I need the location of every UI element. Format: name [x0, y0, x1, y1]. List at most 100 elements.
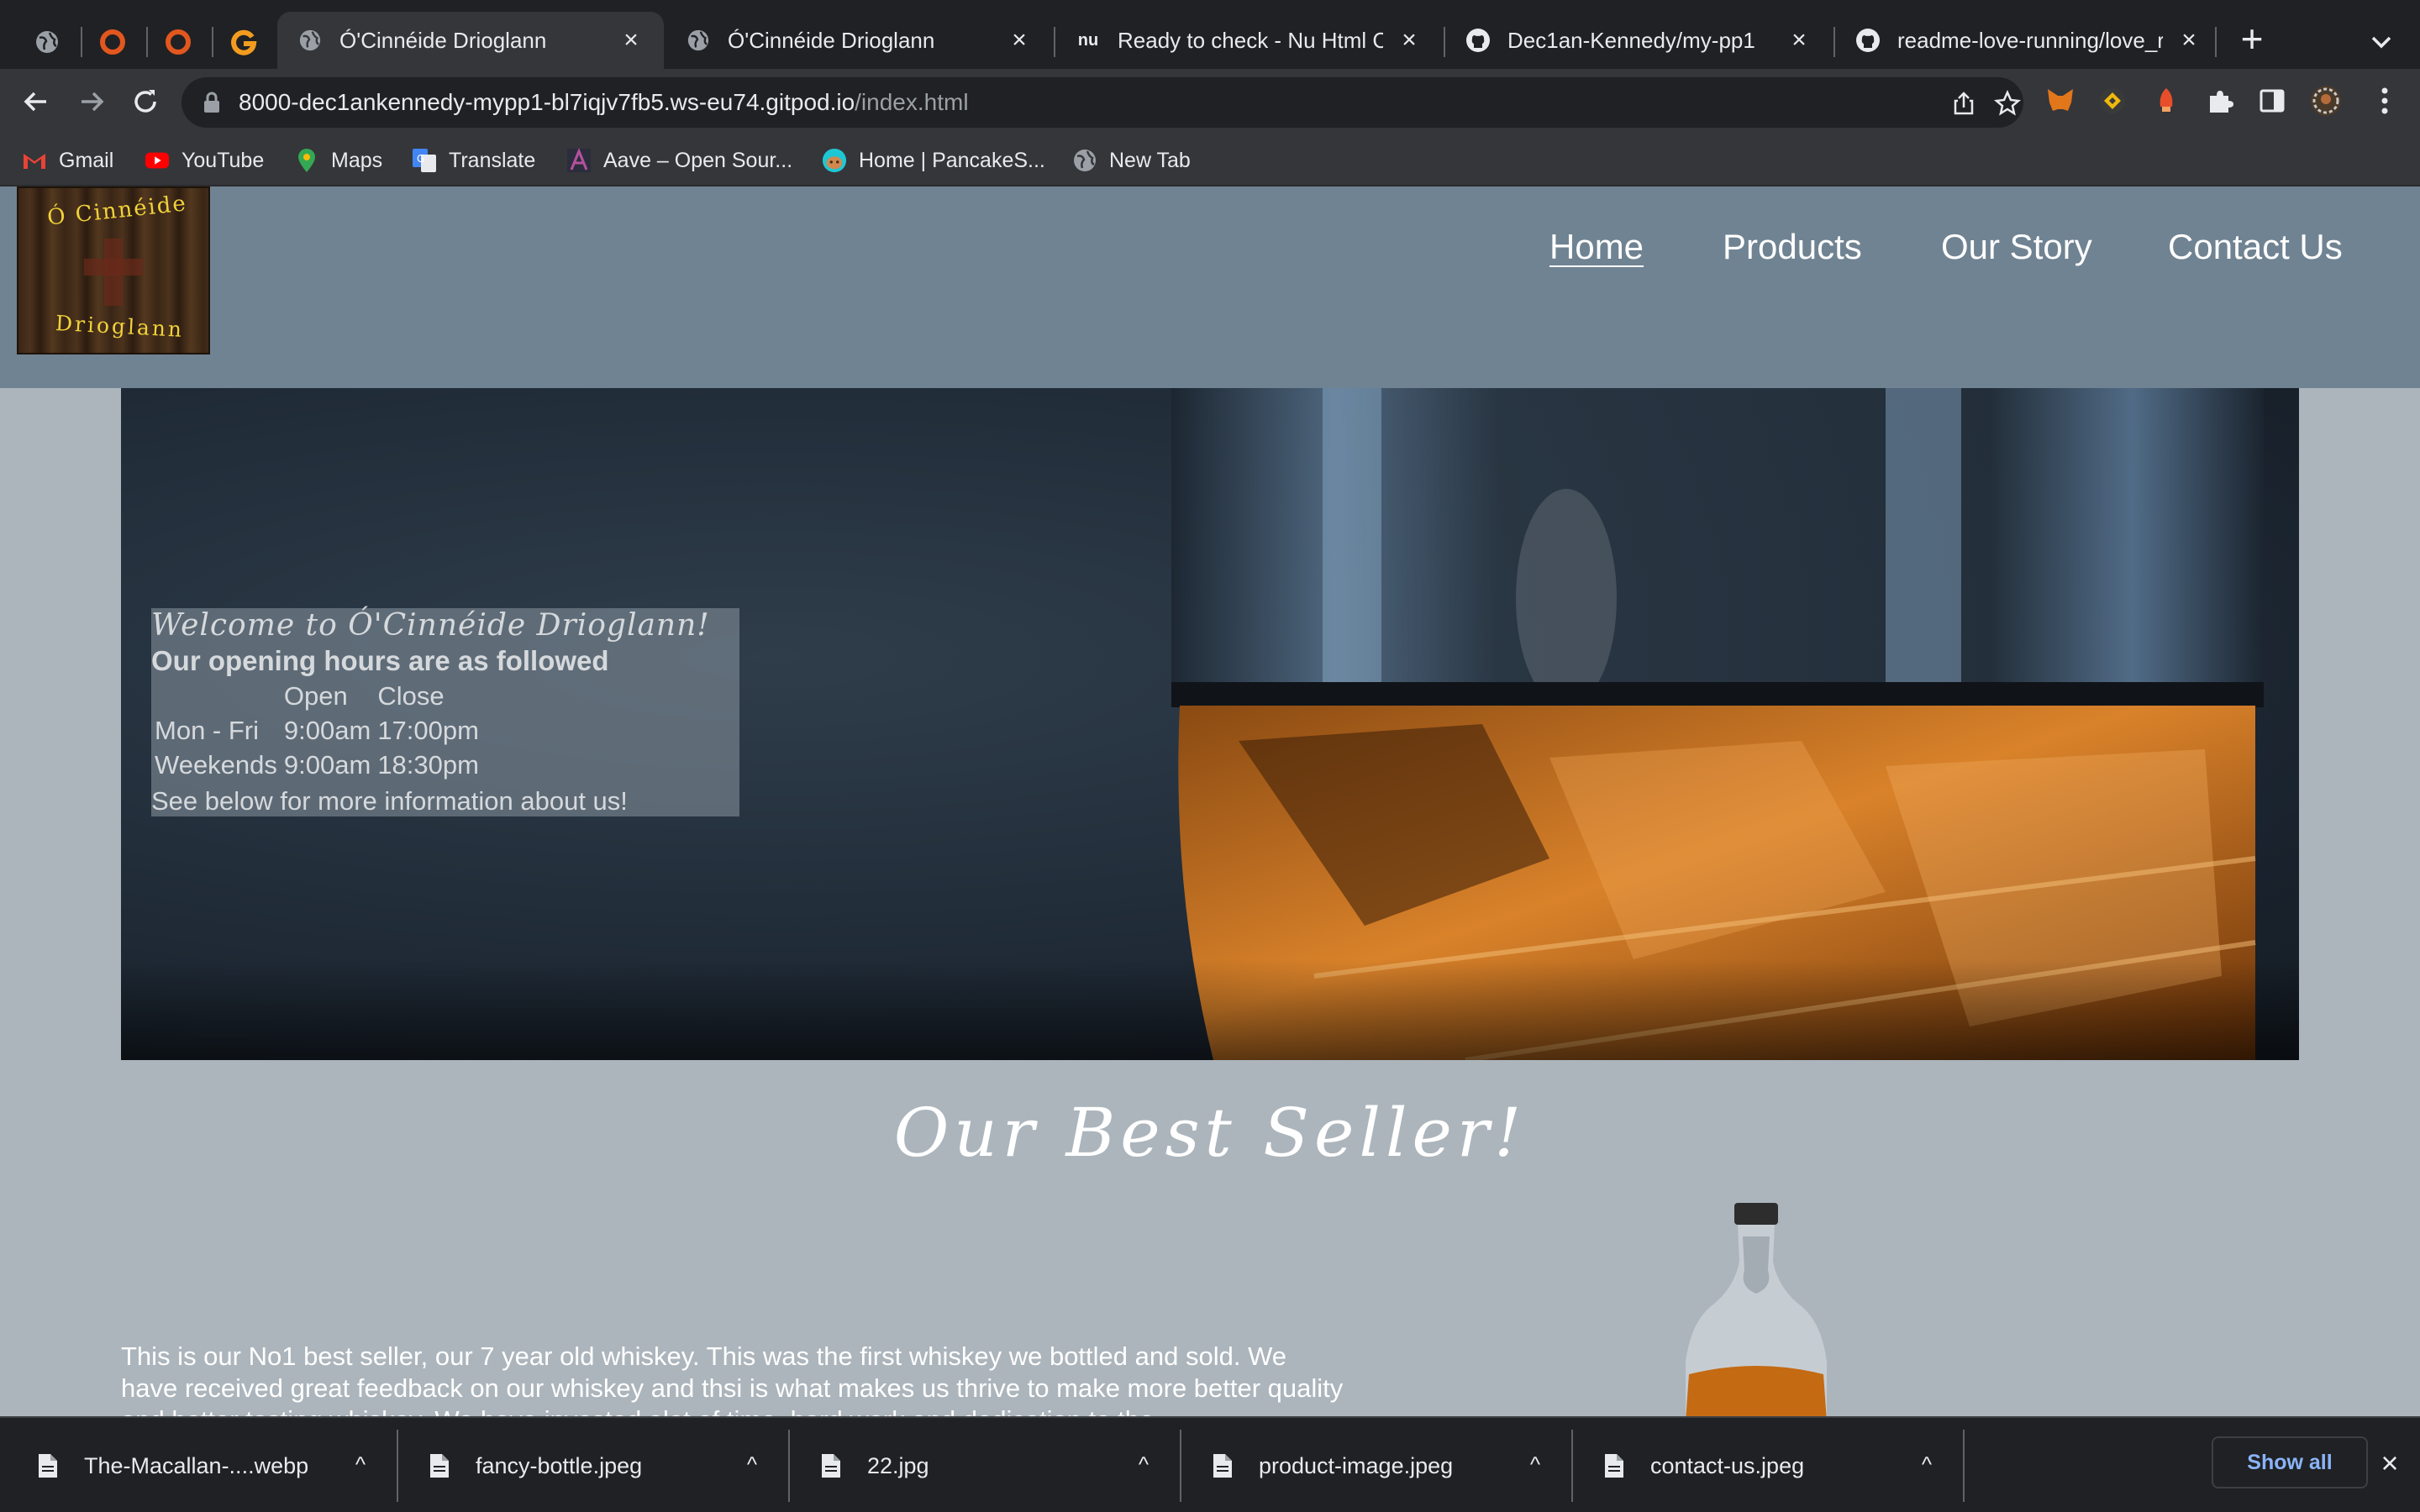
browser-toolbar: 8000-dec1ankennedy-mypp1-bl7iqjv7fb5.ws-… — [0, 69, 2420, 134]
opera-icon — [100, 29, 125, 55]
bookmark-maps[interactable]: Maps — [294, 144, 382, 176]
share-icon[interactable] — [1949, 89, 1978, 118]
download-separator — [788, 1430, 790, 1502]
bookmark-new-tab[interactable]: New Tab — [1072, 144, 1191, 176]
tab-nu-checker[interactable]: nu Ready to check - Nu Html Checker × — [1055, 12, 1442, 69]
globe-icon — [1072, 148, 1097, 173]
github-icon — [1465, 28, 1491, 53]
download-item[interactable]: product-image.jpeg ^ — [1212, 1418, 1548, 1512]
bookmark-pancakeswap[interactable]: Home | PancakeS... — [822, 144, 1045, 176]
bookmark-star-icon[interactable] — [1993, 89, 2022, 118]
tab-github-mypp1[interactable]: Dec1an-Kennedy/my-pp1 × — [1445, 12, 1832, 69]
tab-title: readme-love-running/love_running — [1897, 27, 2163, 53]
address-bar[interactable]: 8000-dec1ankennedy-mypp1-bl7iqjv7fb5.ws-… — [182, 77, 2023, 128]
profile-avatar[interactable] — [2309, 84, 2343, 118]
bookmark-gmail[interactable]: Gmail — [22, 144, 113, 176]
chevron-up-icon[interactable]: ^ — [739, 1452, 765, 1477]
whiskey-bottle-image — [1686, 1203, 1827, 1416]
lock-icon[interactable] — [202, 91, 222, 118]
download-item[interactable]: contact-us.jpeg ^ — [1603, 1418, 1939, 1512]
tab-ocinneide-2[interactable]: Ó'Cinnéide Drioglann × — [666, 12, 1052, 69]
opening-hours-box: Welcome to Ó'Cinnéide Drioglann! Our ope… — [151, 608, 739, 816]
site-logo[interactable]: Ó Cinnéide Drioglann — [17, 186, 210, 354]
chevron-down-icon — [2371, 36, 2391, 49]
downloads-bar: The-Macallan-....webp ^ fancy-bottle.jpe… — [0, 1416, 2420, 1512]
youtube-icon — [145, 148, 170, 173]
url-path: /index.html — [855, 89, 969, 115]
file-icon — [1213, 1454, 1232, 1478]
binance-extension-icon[interactable] — [2096, 84, 2129, 118]
chevron-up-icon[interactable]: ^ — [1914, 1452, 1939, 1477]
download-separator — [1180, 1430, 1181, 1502]
new-tab-button[interactable]: + — [2233, 19, 2270, 59]
bookmark-youtube[interactable]: YouTube — [145, 144, 264, 176]
aave-icon — [566, 148, 592, 173]
reload-button[interactable] — [126, 82, 165, 121]
url-host: 8000-dec1ankennedy-mypp1-bl7iqjv7fb5.ws-… — [239, 89, 855, 115]
close-tab-icon[interactable]: × — [618, 28, 644, 53]
bookmark-label: Aave – Open Sour... — [603, 148, 793, 172]
back-button[interactable] — [17, 82, 55, 121]
table-cell: Mon - Fri — [155, 715, 259, 745]
tab-separator — [2215, 27, 2217, 57]
bookmark-label: Translate — [449, 148, 536, 172]
more-info-text: See below for more information about us! — [151, 786, 628, 816]
download-filename: 22.jpg — [867, 1452, 929, 1478]
tab-separator — [81, 27, 82, 57]
opening-hours-table: Open Close Mon - Fri 9:00am 17:00pm Week… — [151, 679, 482, 782]
hero-shadow — [121, 959, 2299, 1060]
nav-our-story[interactable]: Our Story — [1941, 227, 2092, 267]
extensions-puzzle-icon[interactable] — [2203, 84, 2237, 118]
table-row: Weekends 9:00am 18:30pm — [151, 748, 482, 782]
close-downloads-icon[interactable]: × — [2375, 1448, 2405, 1478]
download-item[interactable]: The-Macallan-....webp ^ — [37, 1418, 373, 1512]
show-all-downloads-button[interactable]: Show all — [2212, 1436, 2368, 1488]
url-text: 8000-dec1ankennedy-mypp1-bl7iqjv7fb5.ws-… — [239, 89, 969, 116]
chevron-up-icon[interactable]: ^ — [348, 1452, 373, 1477]
table-cell: 9:00am — [283, 715, 371, 745]
bookmark-label: Maps — [331, 148, 383, 172]
logo-text-top: Ó Cinnéide — [45, 191, 189, 231]
nav-home[interactable]: Home — [1549, 227, 1644, 267]
nav-products[interactable]: Products — [1723, 227, 1862, 267]
forward-button[interactable] — [72, 82, 111, 121]
pinned-tab-opera-2[interactable] — [161, 25, 195, 59]
translate-icon: G — [412, 148, 437, 173]
side-panel-icon[interactable] — [2255, 84, 2289, 118]
back-arrow-icon — [24, 92, 46, 112]
pinned-tab-g[interactable] — [227, 25, 260, 59]
file-icon — [822, 1454, 840, 1478]
table-header-cell — [151, 679, 281, 713]
page-viewport[interactable]: Ó Cinnéide Drioglann Home Products Our S… — [0, 186, 2420, 1416]
tab-github-love-running[interactable]: readme-love-running/love_running × — [1835, 12, 2222, 69]
download-separator — [1571, 1430, 1573, 1502]
close-tab-icon[interactable]: × — [1397, 28, 1422, 53]
download-filename: product-image.jpeg — [1259, 1452, 1454, 1478]
close-tab-icon[interactable]: × — [2176, 28, 2202, 53]
nav-contact-us[interactable]: Contact Us — [2168, 227, 2343, 267]
download-filename: fancy-bottle.jpeg — [476, 1452, 643, 1478]
close-tab-icon[interactable]: × — [1007, 28, 1032, 53]
bookmark-translate[interactable]: G Translate — [412, 144, 535, 176]
table-header-cell: Open — [283, 680, 348, 711]
chevron-up-icon[interactable]: ^ — [1131, 1452, 1156, 1477]
forward-arrow-icon — [82, 92, 104, 112]
tab-search-button[interactable] — [2365, 25, 2398, 59]
chevron-up-icon[interactable]: ^ — [1523, 1452, 1548, 1477]
extension-rocket-icon[interactable] — [2149, 84, 2183, 118]
close-tab-icon[interactable]: × — [1786, 28, 1812, 53]
download-filename: The-Macallan-....webp — [84, 1452, 309, 1478]
pinned-tab-opera-1[interactable] — [96, 25, 129, 59]
chrome-menu-icon[interactable] — [2368, 84, 2402, 118]
metamask-extension-icon[interactable] — [2044, 84, 2077, 118]
table-row: Mon - Fri 9:00am 17:00pm — [151, 713, 482, 748]
download-item[interactable]: fancy-bottle.jpeg ^ — [429, 1418, 765, 1512]
pancakeswap-icon — [822, 148, 847, 173]
pinned-tab-globe[interactable] — [30, 25, 64, 59]
tab-ocinneide-active[interactable]: Ó'Cinnéide Drioglann × — [277, 12, 664, 69]
bookmark-aave[interactable]: Aave – Open Sour... — [566, 144, 792, 176]
file-icon — [1605, 1454, 1623, 1478]
best-seller-description: This is our No1 best seller, our 7 year … — [121, 1341, 1344, 1416]
logo-cross-mark — [84, 259, 143, 276]
download-item[interactable]: 22.jpg ^ — [820, 1418, 1156, 1512]
